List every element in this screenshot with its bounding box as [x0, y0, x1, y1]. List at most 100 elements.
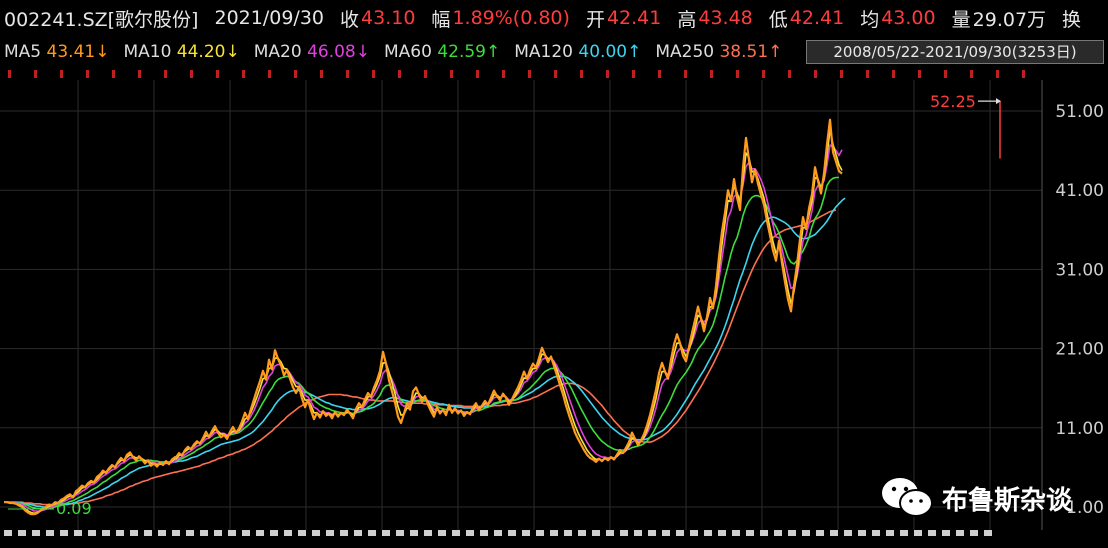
top-event-marker	[1022, 70, 1025, 78]
bottom-event-marker	[942, 530, 950, 536]
top-event-marker	[736, 70, 739, 78]
bottom-event-marker	[984, 530, 992, 536]
top-event-marker	[216, 70, 219, 78]
bottom-event-marker	[592, 530, 600, 536]
bottom-event-marker	[732, 530, 740, 536]
watermark-text: 布鲁斯杂谈	[942, 485, 1073, 516]
top-event-marker	[814, 70, 817, 78]
top-event-marker	[398, 70, 401, 78]
bottom-event-marker	[802, 530, 810, 536]
bottom-event-marker	[144, 530, 152, 536]
bottom-event-marker	[270, 530, 278, 536]
bottom-event-marker	[298, 530, 306, 536]
bottom-event-marker	[718, 530, 726, 536]
bottom-event-marker	[914, 530, 922, 536]
bottom-event-marker	[522, 530, 530, 536]
bottom-event-marker	[704, 530, 712, 536]
bottom-event-marker	[564, 530, 572, 536]
top-event-marker	[866, 70, 869, 78]
bottom-event-marker	[382, 530, 390, 536]
y-tick-label: 21.00	[1055, 340, 1104, 360]
bottom-event-marker	[494, 530, 502, 536]
top-event-marker	[606, 70, 609, 78]
bottom-event-marker	[4, 530, 12, 536]
bottom-event-marker	[46, 530, 54, 536]
top-event-marker	[320, 70, 323, 78]
y-tick-label: 51.00	[1055, 102, 1104, 122]
bottom-event-marker	[284, 530, 292, 536]
top-event-marker	[112, 70, 115, 78]
bottom-event-marker	[368, 530, 376, 536]
top-event-marker	[710, 70, 713, 78]
bottom-event-marker	[816, 530, 824, 536]
bottom-event-marker	[746, 530, 754, 536]
bottom-event-marker	[466, 530, 474, 536]
bottom-event-marker	[116, 530, 124, 536]
bottom-event-marker	[200, 530, 208, 536]
top-event-marker	[164, 70, 167, 78]
top-event-marker	[268, 70, 271, 78]
bottom-event-marker	[970, 530, 978, 536]
bottom-event-marker	[872, 530, 880, 536]
bottom-event-marker	[102, 530, 110, 536]
bottom-event-marker	[32, 530, 40, 536]
top-event-marker	[684, 70, 687, 78]
bottom-event-marker	[242, 530, 250, 536]
top-event-marker	[788, 70, 791, 78]
y-tick-label: 11.00	[1055, 419, 1104, 439]
bottom-event-marker	[214, 530, 222, 536]
top-event-marker	[840, 70, 843, 78]
price-chart[interactable]: 51.0041.0031.0021.0011.001.0052.250.09	[0, 0, 1108, 548]
bottom-event-marker	[774, 530, 782, 536]
top-event-marker	[918, 70, 921, 78]
bottom-event-marker	[662, 530, 670, 536]
top-event-marker	[450, 70, 453, 78]
top-event-marker	[190, 70, 193, 78]
bottom-event-marker	[830, 530, 838, 536]
bottom-event-marker	[18, 530, 26, 536]
bottom-event-marker	[956, 530, 964, 536]
top-event-marker	[528, 70, 531, 78]
bottom-event-marker	[326, 530, 334, 536]
y-tick-label: 41.00	[1055, 181, 1104, 201]
min-price-label: 0.09	[56, 499, 92, 518]
bottom-event-marker	[396, 530, 404, 536]
bottom-event-marker	[158, 530, 166, 536]
top-event-marker	[658, 70, 661, 78]
bottom-event-marker	[508, 530, 516, 536]
top-event-marker	[476, 70, 479, 78]
top-event-marker	[970, 70, 973, 78]
bottom-event-marker	[760, 530, 768, 536]
top-event-marker	[424, 70, 427, 78]
top-event-marker	[762, 70, 765, 78]
bottom-event-marker	[312, 530, 320, 536]
bottom-event-marker	[900, 530, 908, 536]
bottom-event-marker	[60, 530, 68, 536]
bottom-event-marker	[410, 530, 418, 536]
bottom-event-marker	[676, 530, 684, 536]
bottom-event-marker	[438, 530, 446, 536]
top-event-marker	[34, 70, 37, 78]
top-event-marker	[996, 70, 999, 78]
bottom-event-marker	[620, 530, 628, 536]
bottom-event-marker	[186, 530, 194, 536]
top-event-marker	[944, 70, 947, 78]
bottom-event-marker	[648, 530, 656, 536]
series-ma10-line	[4, 129, 843, 515]
top-event-marker	[8, 70, 11, 78]
top-event-marker	[372, 70, 375, 78]
bottom-event-marker	[606, 530, 614, 536]
top-event-marker	[242, 70, 245, 78]
bottom-event-marker	[424, 530, 432, 536]
bottom-event-marker	[480, 530, 488, 536]
bottom-event-marker	[130, 530, 138, 536]
watermark: 布鲁斯杂谈	[880, 472, 1080, 524]
top-event-marker	[60, 70, 63, 78]
bottom-event-marker	[928, 530, 936, 536]
top-event-marker	[580, 70, 583, 78]
top-event-marker	[86, 70, 89, 78]
bottom-event-marker	[88, 530, 96, 536]
bottom-event-marker	[354, 530, 362, 536]
bottom-event-marker	[578, 530, 586, 536]
top-event-marker	[632, 70, 635, 78]
